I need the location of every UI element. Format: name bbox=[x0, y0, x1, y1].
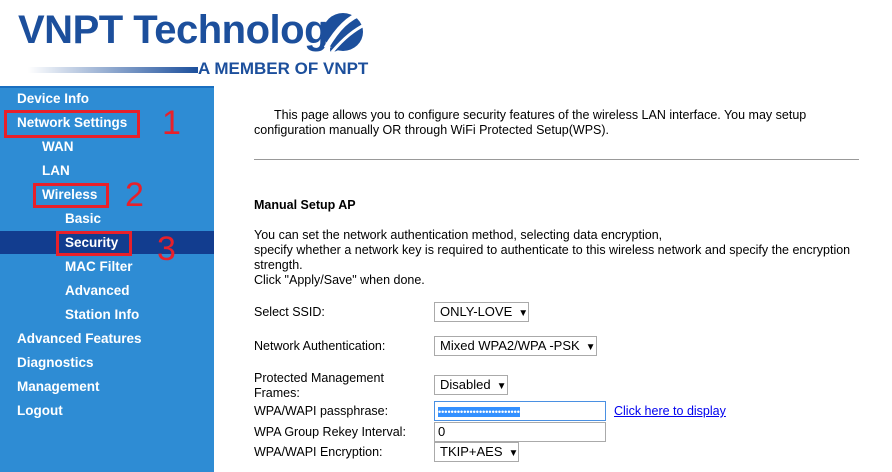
ssid-value: ONLY-LOVE bbox=[440, 304, 513, 319]
auth-select[interactable]: Mixed WPA2/WPA -PSK ▼ bbox=[434, 336, 597, 356]
intro-text: This page allows you to configure securi… bbox=[254, 108, 807, 137]
dropdown-arrow-icon: ▼ bbox=[496, 381, 507, 392]
dropdown-arrow-icon: ▼ bbox=[585, 342, 596, 353]
encryption-label: WPA/WAPI Encryption: bbox=[254, 445, 383, 459]
nav-lan[interactable]: LAN bbox=[42, 159, 70, 182]
nav-logout[interactable]: Logout bbox=[17, 399, 63, 422]
display-passphrase-link[interactable]: Click here to display bbox=[614, 404, 726, 418]
passphrase-input[interactable]: •••••••••••••••••••••••••• bbox=[434, 401, 606, 421]
highlight-box-3 bbox=[56, 231, 132, 256]
annotation-2: 2 bbox=[125, 176, 144, 214]
nav-advanced[interactable]: Advanced bbox=[65, 279, 130, 302]
nav-mac-filter[interactable]: MAC Filter bbox=[65, 255, 133, 278]
ssid-label: Select SSID: bbox=[254, 305, 325, 319]
pmf-select[interactable]: Disabled ▼ bbox=[434, 375, 508, 395]
dropdown-arrow-icon: ▼ bbox=[508, 448, 519, 459]
nav-station-info[interactable]: Station Info bbox=[65, 303, 139, 326]
passphrase-value: •••••••••••••••••••••••••• bbox=[438, 407, 520, 417]
logo-tagline: A MEMBER OF VNPT bbox=[198, 59, 369, 78]
annotation-1: 1 bbox=[162, 104, 181, 142]
desc-line: Click "Apply/Save" when done. bbox=[254, 273, 425, 287]
nav-device-info[interactable]: Device Info bbox=[17, 87, 89, 110]
desc-line: specify whether a network key is require… bbox=[254, 243, 851, 272]
passphrase-label: WPA/WAPI passphrase: bbox=[254, 404, 389, 418]
nav-diagnostics[interactable]: Diagnostics bbox=[17, 351, 94, 374]
divider bbox=[0, 86, 214, 88]
encryption-select[interactable]: TKIP+AES ▼ bbox=[434, 442, 520, 462]
annotation-3: 3 bbox=[157, 230, 176, 268]
nav-management[interactable]: Management bbox=[17, 375, 100, 398]
encryption-value: TKIP+AES bbox=[440, 444, 503, 459]
nav-basic[interactable]: Basic bbox=[65, 207, 101, 230]
nav-wan[interactable]: WAN bbox=[42, 135, 74, 158]
ssid-select[interactable]: ONLY-LOVE ▼ bbox=[434, 302, 530, 322]
pmf-value: Disabled bbox=[440, 377, 491, 392]
main-content: This page allows you to configure securi… bbox=[214, 86, 892, 472]
rekey-input[interactable]: 0 bbox=[434, 422, 606, 442]
logo-bar bbox=[28, 67, 198, 73]
logo-text: VNPT Technology bbox=[18, 8, 350, 52]
auth-value: Mixed WPA2/WPA -PSK bbox=[440, 338, 580, 353]
highlight-box-1 bbox=[4, 110, 140, 138]
sidebar: Device Info Network Settings WAN LAN Wir… bbox=[0, 86, 214, 472]
auth-label: Network Authentication: bbox=[254, 339, 386, 353]
pmf-label: Protected Management Frames: bbox=[254, 371, 384, 400]
dropdown-arrow-icon: ▼ bbox=[518, 308, 529, 319]
section-title: Manual Setup AP bbox=[254, 198, 356, 212]
header: VNPT Technology A MEMBER OF VNPT bbox=[0, 0, 892, 86]
vnpt-globe-icon bbox=[323, 9, 367, 53]
description: You can set the network authentication m… bbox=[254, 228, 854, 288]
highlight-box-2 bbox=[33, 183, 109, 208]
rekey-label: WPA Group Rekey Interval: bbox=[254, 425, 406, 439]
nav-advanced-features[interactable]: Advanced Features bbox=[17, 327, 142, 350]
desc-line: You can set the network authentication m… bbox=[254, 228, 663, 242]
divider bbox=[254, 159, 859, 160]
